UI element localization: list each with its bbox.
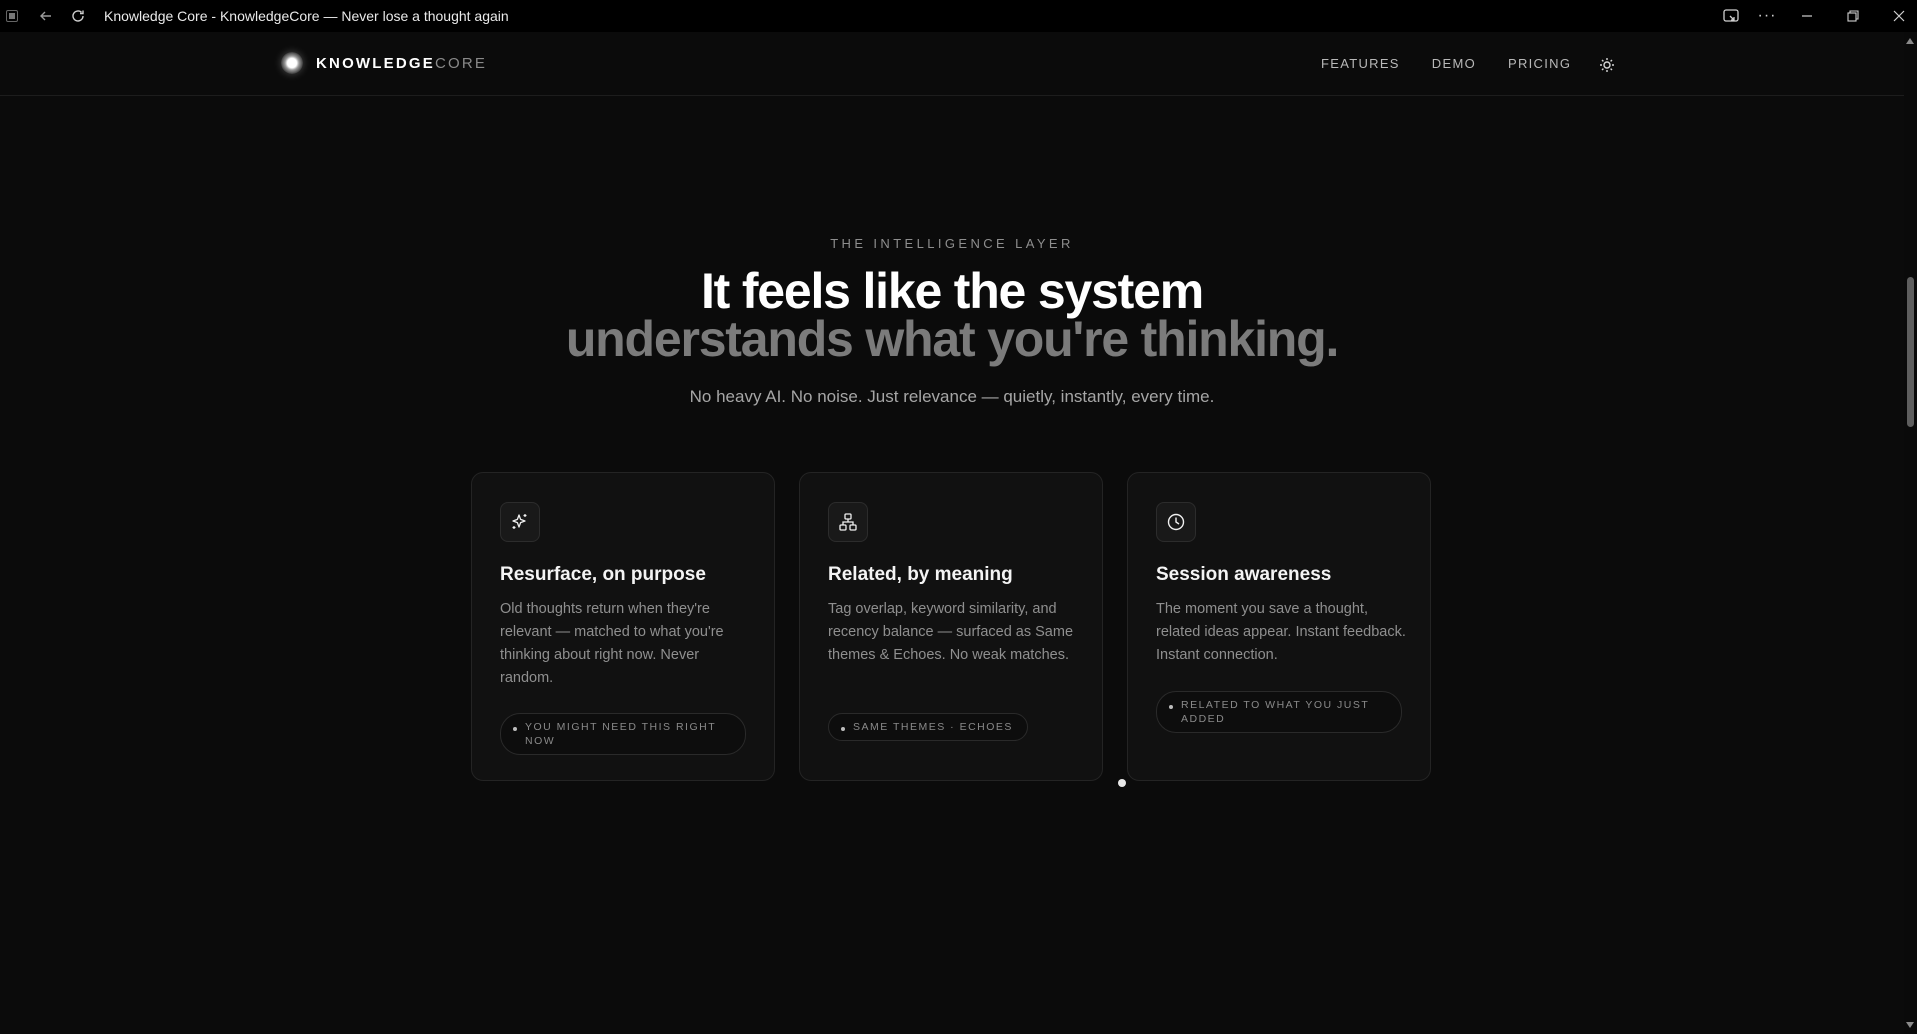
scroll-down-arrow-icon[interactable] xyxy=(1906,1022,1914,1028)
back-icon[interactable] xyxy=(36,6,56,26)
network-icon xyxy=(828,502,868,542)
nav-links: FEATURES DEMO PRICING xyxy=(1321,56,1603,71)
card-title: Related, by meaning xyxy=(828,564,1013,585)
card-tag-pill: SAME THEMES · ECHOES xyxy=(828,713,1028,741)
page-scrollbar[interactable] xyxy=(1904,32,1917,1034)
card-tag-pill: YOU MIGHT NEED THIS RIGHT NOW xyxy=(500,713,746,755)
card-title: Resurface, on purpose xyxy=(500,564,706,585)
sparkles-icon xyxy=(500,502,540,542)
browser-titlebar: Knowledge Core - KnowledgeCore — Never l… xyxy=(0,0,1917,32)
logo-wordmark: KNOWLEDGECORE xyxy=(316,55,487,72)
reload-icon[interactable] xyxy=(68,6,88,26)
clock-icon xyxy=(1156,502,1196,542)
sun-icon[interactable] xyxy=(1596,54,1618,76)
logo-wordmark-light: CORE xyxy=(434,54,488,72)
restore-icon[interactable] xyxy=(1843,6,1863,26)
feature-card-related: Related, by meaning Tag overlap, keyword… xyxy=(799,472,1103,781)
nav-link-pricing[interactable]: PRICING xyxy=(1508,56,1571,71)
card-description: The moment you save a thought, related i… xyxy=(1156,601,1406,663)
carousel-dot[interactable] xyxy=(1118,779,1126,787)
nav-link-demo[interactable]: DEMO xyxy=(1432,56,1476,71)
more-options-button[interactable]: ··· xyxy=(1757,6,1777,26)
nav-link-features[interactable]: FEATURES xyxy=(1321,56,1400,71)
browser-window-title: Knowledge Core - KnowledgeCore — Never l… xyxy=(104,8,509,24)
minimize-icon[interactable] xyxy=(1797,6,1817,26)
card-title: Session awareness xyxy=(1156,564,1332,585)
card-description: Old thoughts return when they're relevan… xyxy=(500,601,724,686)
headline-secondary: understands what you're thinking. xyxy=(565,311,1340,367)
hero-subline: No heavy AI. No noise. Just relevance — … xyxy=(689,387,1215,406)
logo[interactable]: KNOWLEDGECORE xyxy=(281,52,487,74)
feature-card-session: Session awareness The moment you save a … xyxy=(1127,472,1431,781)
card-description: Tag overlap, keyword similarity, and rec… xyxy=(828,601,1074,663)
tab-favicon-icon xyxy=(6,10,18,22)
section-eyebrow: THE INTELLIGENCE LAYER xyxy=(830,236,1074,251)
close-icon[interactable] xyxy=(1889,6,1909,26)
cast-icon[interactable] xyxy=(1721,6,1741,26)
feature-card-resurface: Resurface, on purpose Old thoughts retur… xyxy=(471,472,775,781)
logo-orb-icon xyxy=(281,52,303,74)
logo-wordmark-bold: KNOWLEDGE xyxy=(316,54,435,72)
scrollbar-thumb[interactable] xyxy=(1907,277,1914,427)
card-tag-pill: RELATED TO WHAT YOU JUST ADDED xyxy=(1156,691,1402,733)
scroll-up-arrow-icon[interactable] xyxy=(1906,38,1914,44)
site-header: KNOWLEDGECORE FEATURES DEMO PRICING xyxy=(0,32,1904,96)
